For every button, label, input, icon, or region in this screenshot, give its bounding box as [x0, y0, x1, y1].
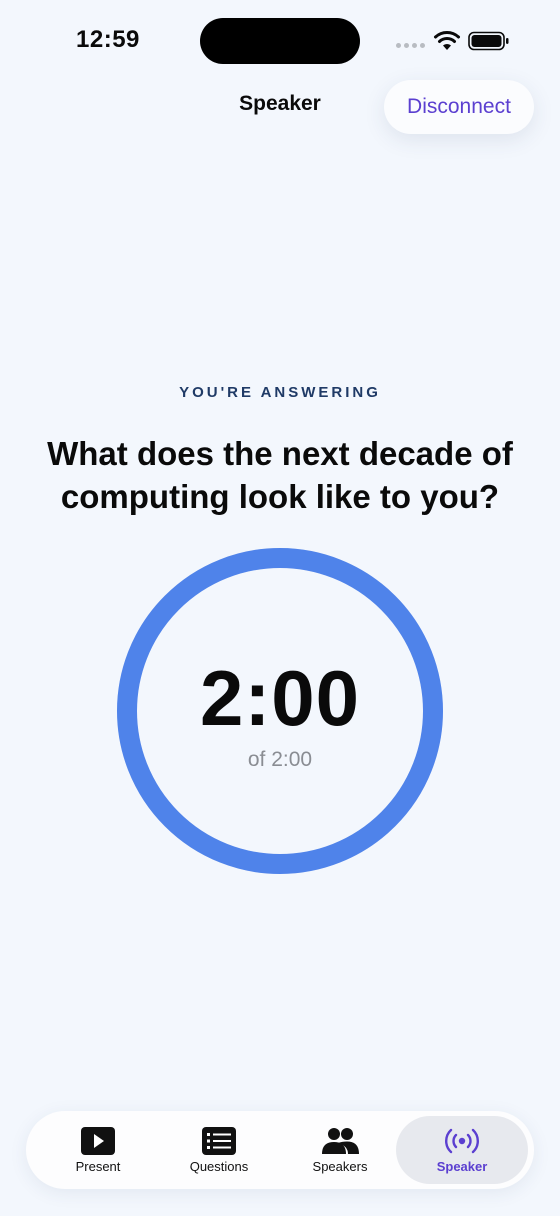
broadcast-icon: [445, 1128, 479, 1154]
dynamic-island: [200, 18, 360, 64]
battery-icon: [468, 31, 509, 51]
play-icon: [81, 1127, 115, 1155]
cellular-signal-icon: [396, 43, 425, 48]
tab-label-questions: Questions: [189, 1159, 249, 1174]
people-icon: [322, 1128, 359, 1154]
tab-speaker[interactable]: Speaker: [396, 1116, 528, 1184]
timer-total: of 2:00: [247, 748, 313, 771]
tab-speakers[interactable]: Speakers: [274, 1116, 406, 1184]
tab-bar: Present Questions Speakers Speaker: [26, 1111, 534, 1189]
list-icon: [202, 1127, 236, 1155]
tab-label-present: Present: [75, 1159, 121, 1174]
tab-label-speakers: Speakers: [312, 1159, 368, 1174]
timer-remaining: 2:00: [199, 654, 361, 742]
disconnect-button[interactable]: Disconnect: [384, 80, 534, 134]
tab-questions[interactable]: Questions: [153, 1116, 285, 1184]
tab-present[interactable]: Present: [32, 1116, 164, 1184]
wifi-icon: [434, 31, 460, 50]
status-time: 12:59: [76, 26, 140, 53]
status-bar: 12:59: [0, 0, 560, 84]
question-text: What does the next decade of computing l…: [47, 435, 513, 515]
tab-label-speaker: Speaker: [436, 1159, 488, 1174]
answering-eyebrow: YOU'RE ANSWERING: [179, 384, 381, 401]
